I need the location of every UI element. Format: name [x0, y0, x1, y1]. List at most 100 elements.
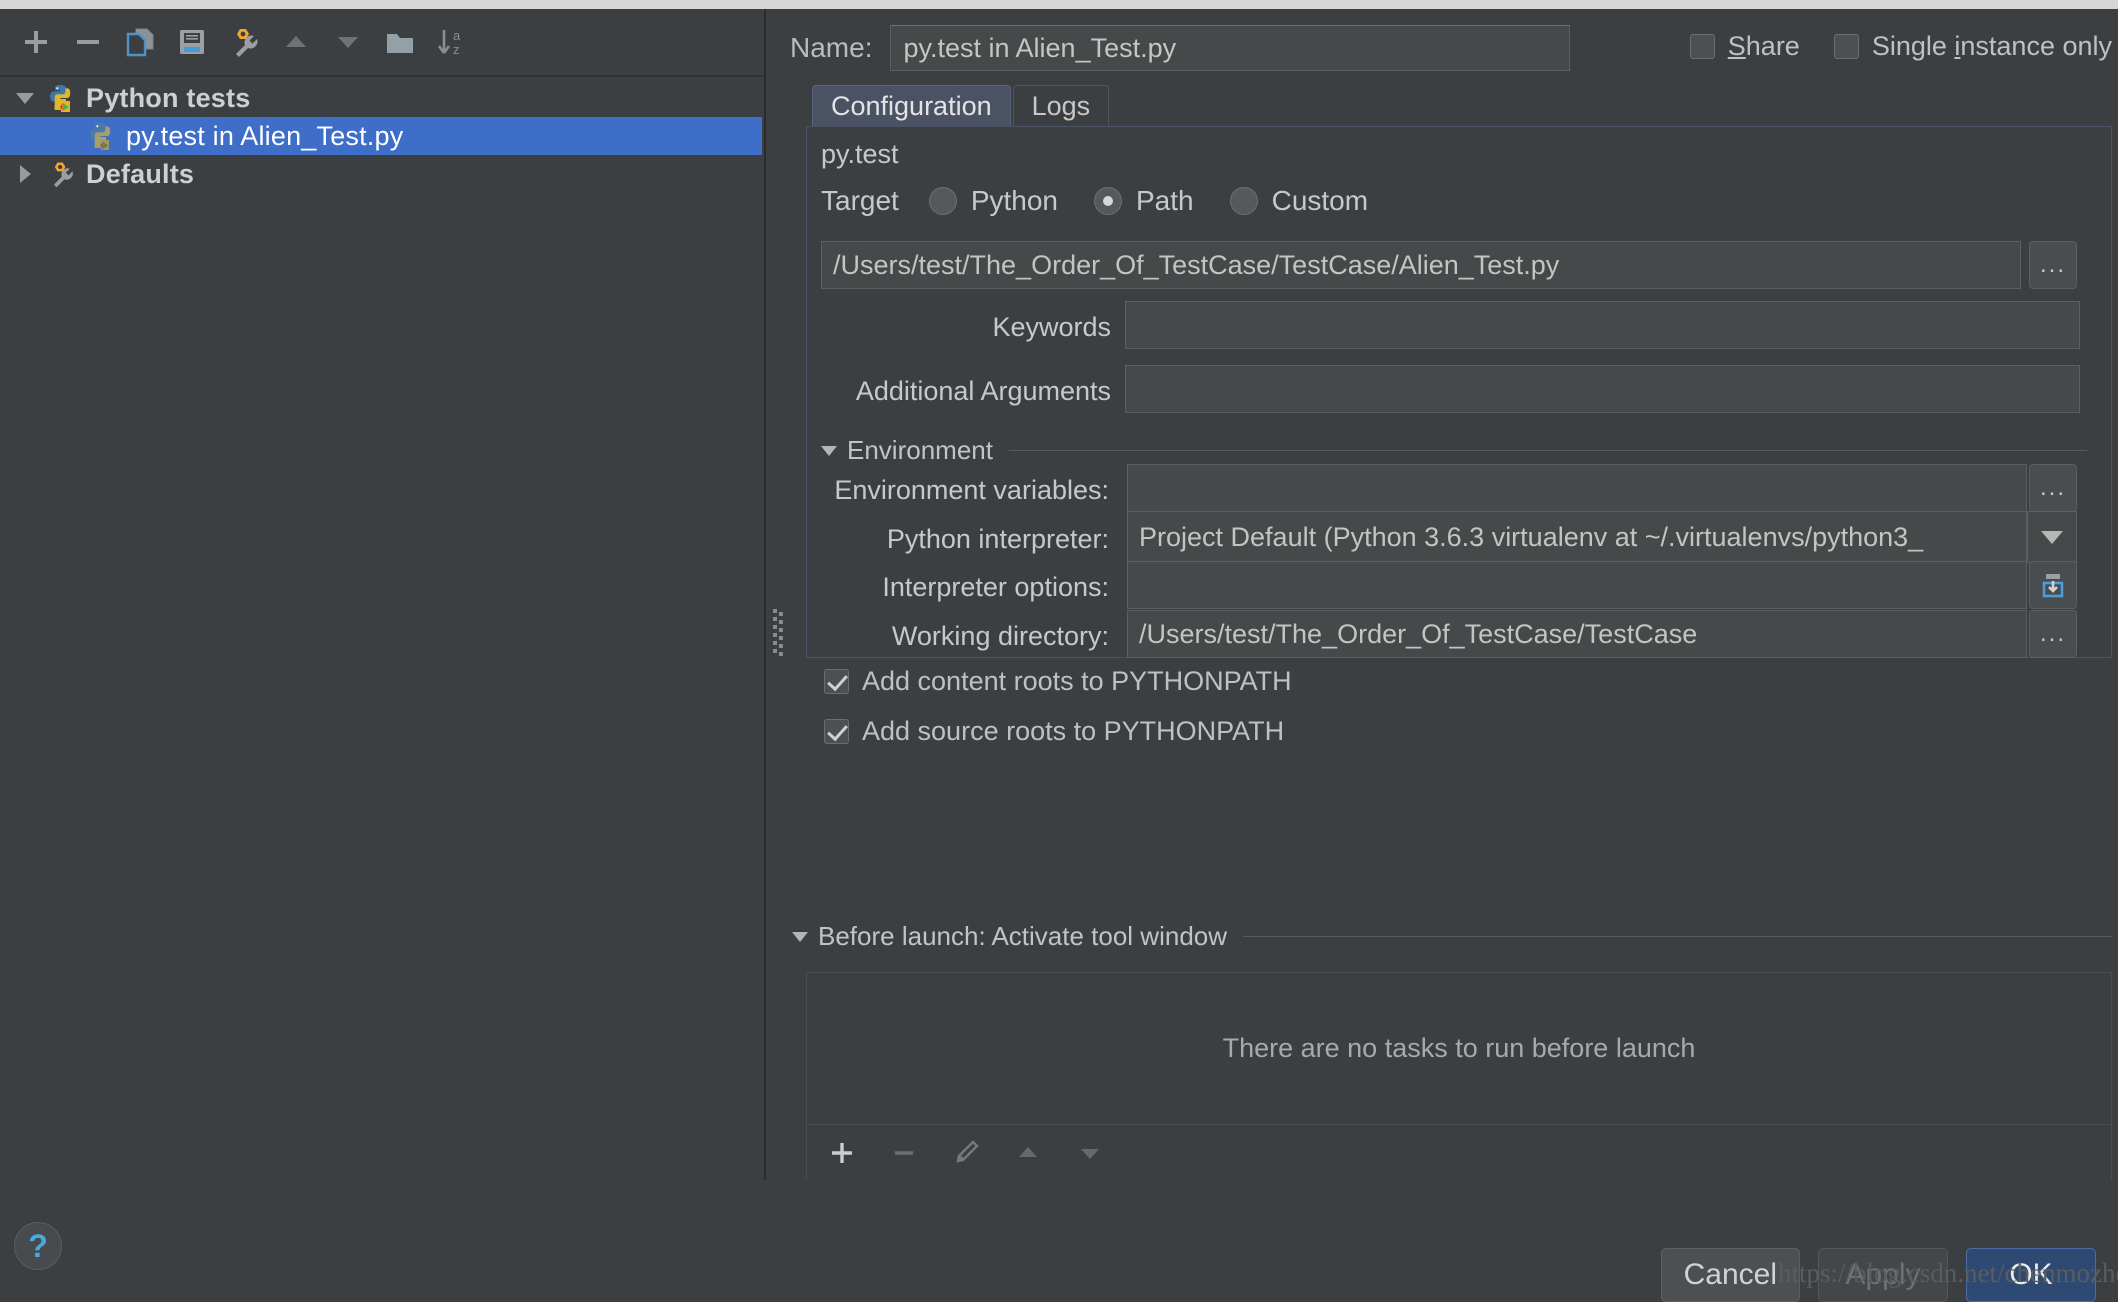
- section-divider: [1008, 450, 2087, 451]
- apply-button: Apply: [1818, 1248, 1948, 1302]
- tree-node-pytest-alien-test[interactable]: py.test in Alien_Test.py: [0, 117, 762, 155]
- add-content-roots-checkbox[interactable]: Add content roots to PYTHONPATH: [824, 666, 1292, 697]
- single-instance-checkbox-label: Single instance only: [1871, 31, 2112, 61]
- radio-custom-label: Custom: [1271, 185, 1369, 216]
- chevron-down-icon: [821, 445, 837, 456]
- configuration-card: py.test Target Python Path Custom /Users…: [806, 126, 2112, 658]
- add-source-roots-checkbox[interactable]: Add source roots to PYTHONPATH: [824, 716, 1284, 747]
- chevron-down-icon: [792, 931, 808, 942]
- tree-node-python-tests[interactable]: Python tests: [0, 79, 762, 117]
- sort-alpha-button[interactable]: a z: [426, 16, 478, 68]
- splitter-grip-icon: [773, 609, 783, 659]
- copy-button[interactable]: [114, 16, 166, 68]
- radio-path-button[interactable]: [1094, 187, 1122, 215]
- help-button[interactable]: ?: [14, 1222, 62, 1270]
- tab-configuration[interactable]: Configuration: [812, 85, 1011, 127]
- share-checkbox[interactable]: Share: [1689, 31, 1800, 62]
- working-directory-input[interactable]: /Users/test/The_Order_Of_TestCase/TestCa…: [1127, 610, 2027, 658]
- bl-add-button[interactable]: [821, 1132, 863, 1174]
- target-radio-custom[interactable]: Custom: [1229, 185, 1369, 217]
- share-checkbox-box[interactable]: [1689, 34, 1715, 59]
- single-instance-checkbox-box[interactable]: [1833, 34, 1859, 59]
- share-checkbox-label: Share: [1727, 31, 1800, 61]
- keywords-input[interactable]: [1125, 301, 2080, 349]
- environment-section-label: Environment: [847, 435, 993, 465]
- gear-wrench-icon: [42, 159, 80, 189]
- tree-toolbar: a z: [0, 9, 764, 77]
- ok-button[interactable]: OK: [1966, 1248, 2096, 1302]
- python-interpreter-label: Python interpreter:: [886, 524, 1109, 554]
- additional-arguments-input[interactable]: [1125, 365, 2080, 413]
- interpreter-options-expand-button[interactable]: [2029, 561, 2077, 609]
- run-debug-configurations-dialog: a z Python tests py.test in Alien_Test.p…: [0, 0, 2118, 1302]
- environment-variables-browse-button[interactable]: ...: [2029, 464, 2077, 512]
- configuration-editor-panel: Name: py.test in Alien_Test.py Share Sin…: [790, 9, 2118, 1217]
- move-up-button[interactable]: [270, 16, 322, 68]
- add-source-roots-checkbox-box[interactable]: [824, 719, 849, 744]
- add-source-roots-checkbox-label: Add source roots to PYTHONPATH: [862, 716, 1285, 746]
- environment-variables-input[interactable]: [1127, 464, 2027, 512]
- working-directory-browse-button[interactable]: ...: [2029, 610, 2077, 658]
- radio-custom-button[interactable]: [1229, 187, 1258, 215]
- interpreter-options-label: Interpreter options:: [882, 572, 1109, 602]
- before-launch-toolbar: [806, 1125, 2112, 1181]
- interpreter-options-input[interactable]: [1127, 561, 2027, 609]
- edit-defaults-button[interactable]: [218, 16, 270, 68]
- save-button[interactable]: [166, 16, 218, 68]
- target-radio-path[interactable]: Path: [1094, 185, 1194, 217]
- target-radio-python[interactable]: Python: [928, 185, 1058, 217]
- radio-python-label: Python: [970, 185, 1058, 216]
- name-input[interactable]: py.test in Alien_Test.py: [890, 25, 1571, 71]
- tree-node-label: py.test in Alien_Test.py: [126, 120, 404, 151]
- window-titlebar: [0, 0, 2118, 9]
- configurations-tree-panel: a z Python tests py.test in Alien_Test.p…: [0, 9, 766, 1180]
- python-test-icon: [82, 121, 120, 151]
- expand-macro-icon: [2042, 574, 2064, 598]
- python-interpreter-combo[interactable]: Project Default (Python 3.6.3 virtualenv…: [1127, 511, 2027, 563]
- radio-path-label: Path: [1136, 185, 1194, 216]
- add-content-roots-checkbox-label: Add content roots to PYTHONPATH: [862, 666, 1292, 696]
- before-launch-section-label: Before launch: Activate tool window: [818, 921, 1228, 951]
- target-row: Target Python Path Custom: [821, 185, 1404, 217]
- svg-text:z: z: [453, 42, 460, 57]
- tree-node-defaults[interactable]: Defaults: [0, 155, 762, 193]
- bl-remove-button: [883, 1132, 925, 1174]
- bl-edit-button: [945, 1132, 987, 1174]
- name-label: Name:: [790, 32, 873, 63]
- chevron-right-icon[interactable]: [8, 165, 42, 183]
- add-content-roots-checkbox-box[interactable]: [824, 669, 849, 694]
- chevron-down-icon[interactable]: [8, 92, 42, 104]
- tree-node-label: Defaults: [86, 158, 195, 189]
- add-button[interactable]: [10, 16, 62, 68]
- before-launch-task-list[interactable]: There are no tasks to run before launch: [806, 972, 2112, 1125]
- top-checkbox-group: Share Single instance only: [1689, 31, 2112, 62]
- target-path-input[interactable]: /Users/test/The_Order_Of_TestCase/TestCa…: [821, 241, 2021, 289]
- radio-python-button[interactable]: [928, 187, 957, 215]
- move-down-button[interactable]: [322, 16, 374, 68]
- remove-button[interactable]: [62, 16, 114, 68]
- dialog-action-buttons: Cancel Apply OK: [1660, 1248, 2096, 1302]
- configuration-heading: py.test: [821, 139, 899, 169]
- section-divider: [1243, 936, 2112, 937]
- keywords-label: Keywords: [992, 312, 1111, 342]
- additional-arguments-label: Additional Arguments: [855, 376, 1111, 406]
- single-instance-checkbox[interactable]: Single instance only: [1833, 31, 2112, 62]
- chevron-down-icon: [2041, 530, 2063, 544]
- folder-button[interactable]: [374, 16, 426, 68]
- name-row: Name: py.test in Alien_Test.py: [790, 25, 1571, 71]
- tree-node-label: Python tests: [86, 82, 251, 113]
- bl-move-up-button: [1007, 1132, 1049, 1174]
- configurations-tree[interactable]: Python tests py.test in Alien_Test.py De…: [0, 79, 762, 1180]
- target-label: Target: [821, 185, 899, 216]
- before-launch-empty-text: There are no tasks to run before launch: [1222, 1033, 1696, 1063]
- environment-section-header[interactable]: Environment: [821, 435, 2087, 466]
- before-launch-section-header[interactable]: Before launch: Activate tool window: [792, 921, 2112, 952]
- panel-splitter[interactable]: [766, 9, 790, 1180]
- working-directory-label: Working directory:: [891, 621, 1109, 651]
- target-path-browse-button[interactable]: ...: [2029, 241, 2077, 289]
- python-tests-icon: [42, 83, 80, 113]
- tab-logs[interactable]: Logs: [1012, 85, 1110, 127]
- svg-text:a: a: [453, 28, 461, 43]
- python-interpreter-dropdown-button[interactable]: [2027, 511, 2077, 563]
- cancel-button[interactable]: Cancel: [1660, 1248, 1800, 1302]
